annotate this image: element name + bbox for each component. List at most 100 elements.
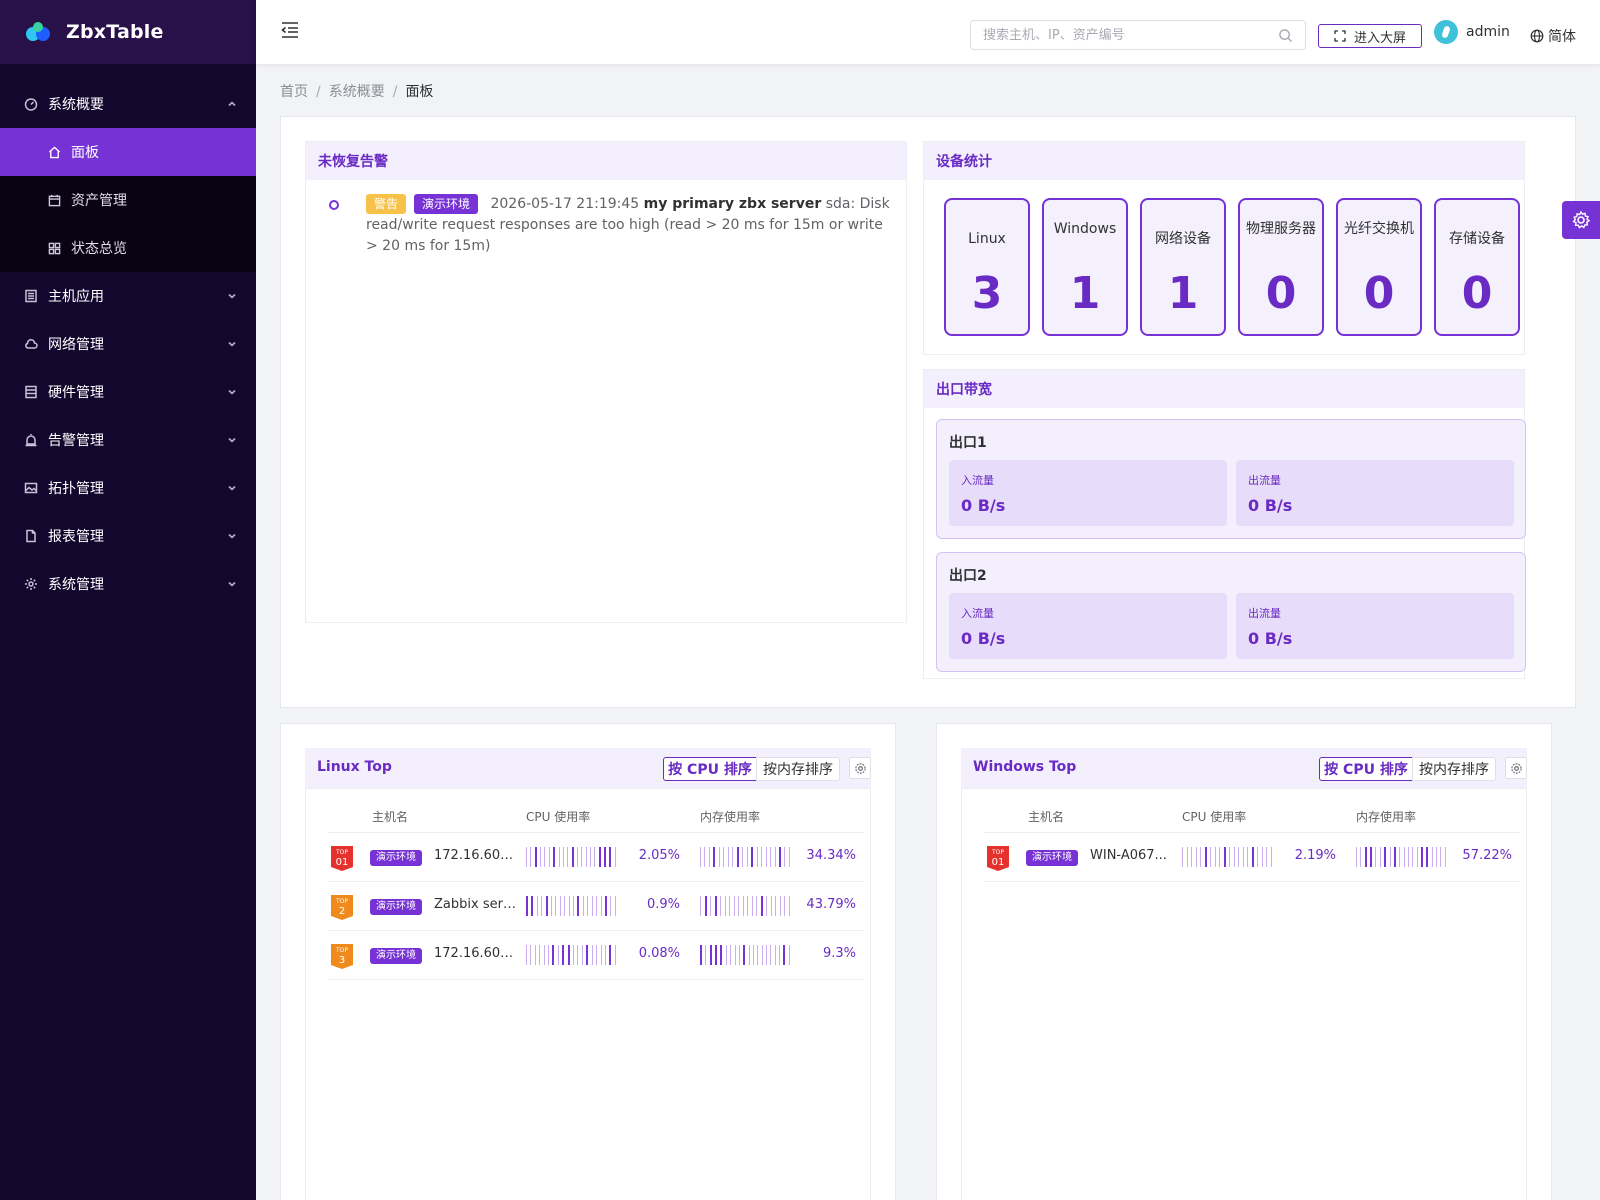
breadcrumb-home[interactable]: 首页 xyxy=(280,84,308,100)
breadcrumb-current: 面板 xyxy=(405,84,434,100)
sparkline-tick xyxy=(766,896,768,916)
device-count: 0 xyxy=(1461,268,1493,319)
table-row[interactable]: TOP 01 演示环境 WIN-A067... 2.19% 57.22% xyxy=(984,833,1520,882)
host-name[interactable]: WIN-A067... xyxy=(1090,848,1172,863)
device-stat-fc-switch[interactable]: 光纤交换机 0 xyxy=(1336,198,1422,336)
table-row[interactable]: TOP 01 演示环境 172.16.60.... 2.05% 34.34% xyxy=(328,833,864,882)
sidebar-item-overview[interactable]: 系统概要 xyxy=(0,80,256,128)
breadcrumb: 首页 / 系统概要 / 面板 xyxy=(280,81,433,101)
sidebar-item-dashboard[interactable]: 面板 xyxy=(0,128,256,176)
sparkline-tick xyxy=(1364,847,1367,867)
search-icon[interactable] xyxy=(1278,28,1293,43)
device-name: Windows xyxy=(1053,221,1117,237)
sparkline-tick xyxy=(756,896,758,916)
sidebar-item-alarms[interactable]: 告警管理 xyxy=(0,416,256,464)
device-stat-physical-server[interactable]: 物理服务器 0 xyxy=(1238,198,1324,336)
sparkline-tick xyxy=(1412,847,1414,867)
sparkline-tick xyxy=(604,896,607,916)
chevron-down-icon xyxy=(228,293,236,299)
sort-by-cpu-button[interactable]: 按 CPU 排序 xyxy=(1319,757,1413,781)
alarm-host: my primary zbx server xyxy=(643,196,822,212)
sparkline-tick xyxy=(562,847,564,867)
sparkline-tick xyxy=(557,945,559,965)
sidebar-item-reports[interactable]: 报表管理 xyxy=(0,512,256,560)
device-stat-network[interactable]: 网络设备 1 xyxy=(1140,198,1226,336)
sparkline-tick xyxy=(614,896,616,916)
sort-by-cpu-button[interactable]: 按 CPU 排序 xyxy=(663,757,757,781)
sort-by-memory-button[interactable]: 按内存排序 xyxy=(1412,757,1496,781)
sidebar-item-label: 系统管理 xyxy=(48,577,104,593)
sparkline-tick xyxy=(1223,847,1226,867)
rank-number: 01 xyxy=(992,857,1005,868)
floating-settings-button[interactable] xyxy=(1562,201,1600,239)
inbound-flow: 入流量 0 B/s xyxy=(949,460,1227,526)
language-switch[interactable]: 简体 xyxy=(1530,26,1576,46)
sparkline-tick xyxy=(1399,847,1401,867)
device-name: 光纤交换机 xyxy=(1344,221,1414,237)
host-name[interactable]: 172.16.60.... xyxy=(434,946,516,961)
server-icon xyxy=(25,289,37,303)
sparkline-tick xyxy=(779,945,781,965)
table-row[interactable]: TOP 3 演示环境 172.16.60.... 0.08% 9.3% xyxy=(328,931,864,980)
device-stat-windows[interactable]: Windows 1 xyxy=(1042,198,1128,336)
sidebar-item-network[interactable]: 网络管理 xyxy=(0,320,256,368)
inbound-label: 入流量 xyxy=(961,474,994,487)
svg-text:TOP: TOP xyxy=(335,898,348,905)
alarm-level-badge: 警告 xyxy=(366,194,407,214)
user-menu[interactable]: admin xyxy=(1434,20,1510,44)
device-stat-linux[interactable]: Linux 3 xyxy=(944,198,1030,336)
outlet-1: 出口1 入流量 0 B/s 出流量 0 B/s xyxy=(936,419,1526,539)
search-input[interactable] xyxy=(971,21,1251,49)
dashboard-icon xyxy=(24,98,38,111)
sparkline-tick xyxy=(742,896,744,916)
chevron-down-icon xyxy=(228,485,236,491)
sidebar-item-system[interactable]: 系统管理 xyxy=(0,560,256,608)
rank-number: 2 xyxy=(339,906,345,917)
sparkline-tick xyxy=(1421,847,1424,867)
device-stat-storage[interactable]: 存储设备 0 xyxy=(1434,198,1520,336)
table-row[interactable]: TOP 2 演示环境 Zabbix serv... 0.9% 43.79% xyxy=(328,882,864,931)
column-host: 主机名 xyxy=(372,810,409,824)
menu-fold-icon[interactable] xyxy=(280,20,300,40)
device-count: 1 xyxy=(1167,268,1199,319)
breadcrumb-separator: / xyxy=(392,84,398,100)
chevron-down-icon xyxy=(228,437,236,443)
sidebar-item-label: 拓扑管理 xyxy=(48,481,104,497)
sparkline-tick xyxy=(562,945,565,965)
enter-bigscreen-button[interactable]: 进入大屏 xyxy=(1318,24,1422,48)
sparkline-tick xyxy=(573,945,575,965)
linux-top-settings-button[interactable] xyxy=(849,757,871,779)
gear-icon xyxy=(1572,210,1591,229)
devices-card: 设备统计 Linux 3 Windows 1 网络设备 1 物理服务器 0 光纤… xyxy=(923,141,1525,355)
sidebar-item-assets[interactable]: 资产管理 xyxy=(0,176,256,224)
table-header: 主机名 CPU 使用率 内存使用率 xyxy=(984,797,1520,833)
sparkline-tick xyxy=(720,896,722,916)
sidebar-item-status[interactable]: 状态总览 xyxy=(0,224,256,272)
breadcrumb-overview[interactable]: 系统概要 xyxy=(329,84,385,100)
host-name[interactable]: Zabbix serv... xyxy=(434,897,516,912)
sparkline-tick xyxy=(1210,847,1212,867)
sidebar-item-topology[interactable]: 拓扑管理 xyxy=(0,464,256,512)
sort-by-memory-button[interactable]: 按内存排序 xyxy=(756,757,840,781)
sidebar-item-label: 状态总览 xyxy=(71,241,127,257)
sparkline-tick xyxy=(568,896,570,916)
alarm-item[interactable]: 警告 演示环境 2026-05-17 21:19:45 my primary zb… xyxy=(326,194,896,257)
linux-top-table: 主机名 CPU 使用率 内存使用率 TOP 01 演示环境 172.16.60..… xyxy=(328,797,864,980)
sidebar-item-label: 资产管理 xyxy=(71,193,127,209)
cpu-usage: 0.9% xyxy=(646,897,680,912)
windows-top-settings-button[interactable] xyxy=(1505,757,1527,779)
sparkline-tick xyxy=(1182,847,1183,867)
sparkline-tick xyxy=(1393,847,1396,867)
sidebar-item-hosts[interactable]: 主机应用 xyxy=(0,272,256,320)
rank-1-badge-icon: TOP01 xyxy=(331,846,353,871)
linux-top-header: Linux Top 按 CPU 排序 按内存排序 xyxy=(305,748,871,788)
sparkline-tick xyxy=(552,945,555,965)
app-logo[interactable]: ZbxTable xyxy=(0,0,256,64)
outbound-label: 出流量 xyxy=(1248,474,1281,487)
host-name[interactable]: 172.16.60.... xyxy=(434,848,516,863)
fullscreen-icon xyxy=(1334,30,1346,42)
memory-usage: 9.3% xyxy=(822,946,856,961)
sidebar-item-hardware[interactable]: 硬件管理 xyxy=(0,368,256,416)
sparkline-tick xyxy=(577,896,580,916)
memory-sparkline xyxy=(700,847,790,867)
